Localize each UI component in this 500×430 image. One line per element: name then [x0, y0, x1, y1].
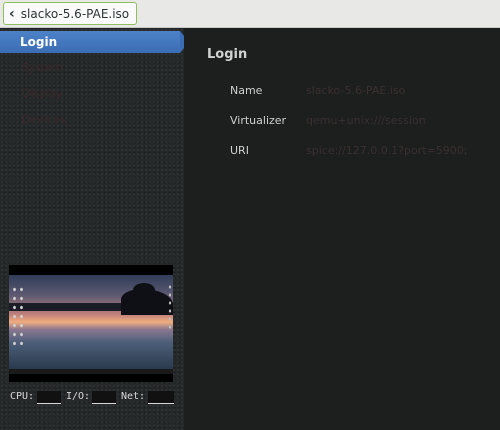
chevron-left-icon: ‹	[9, 5, 15, 22]
header-bar: ‹ slacko-5.6-PAE.iso	[0, 0, 500, 28]
name-label: Name	[230, 84, 263, 97]
virtualizer-label: Virtualizer	[230, 114, 287, 127]
name-value: slacko-5.6-PAE.iso	[306, 84, 406, 97]
net-label: Net:	[121, 391, 146, 402]
io-graph	[92, 391, 116, 404]
uri-label: URI	[230, 144, 249, 157]
sidebar-item-display[interactable]: Display	[22, 87, 63, 100]
sidebar-item-system[interactable]: System	[22, 61, 63, 74]
io-label: I/O:	[66, 391, 91, 402]
net-graph	[148, 391, 174, 404]
back-button-label: slacko-5.6-PAE.iso	[20, 6, 130, 21]
thumbnail-desktop-icons	[11, 285, 25, 345]
cpu-label: CPU:	[10, 391, 35, 402]
sidebar-item-label: Login	[20, 35, 58, 49]
virtualizer-value: qemu+unix:///session	[306, 114, 426, 127]
cpu-graph	[37, 391, 61, 404]
thumbnail-rock-peak	[133, 283, 155, 297]
sidebar: Login System Display Devices CPU: I/O: N…	[0, 28, 189, 430]
thumbnail-taskbar	[9, 369, 173, 374]
page-title: Login	[207, 47, 248, 62]
vm-screenshot-thumbnail[interactable]	[9, 265, 173, 382]
sidebar-item-devices[interactable]: Devices	[22, 113, 65, 126]
thumbnail-desktop-icons-right	[167, 283, 173, 333]
uri-value: spice://127.0.0.1?port=5900;	[306, 144, 468, 157]
details-pane: Login Name slacko-5.6-PAE.iso Virtualize…	[184, 28, 500, 430]
back-button[interactable]: ‹ slacko-5.6-PAE.iso	[3, 2, 138, 25]
sidebar-item-login[interactable]: Login	[0, 31, 189, 53]
